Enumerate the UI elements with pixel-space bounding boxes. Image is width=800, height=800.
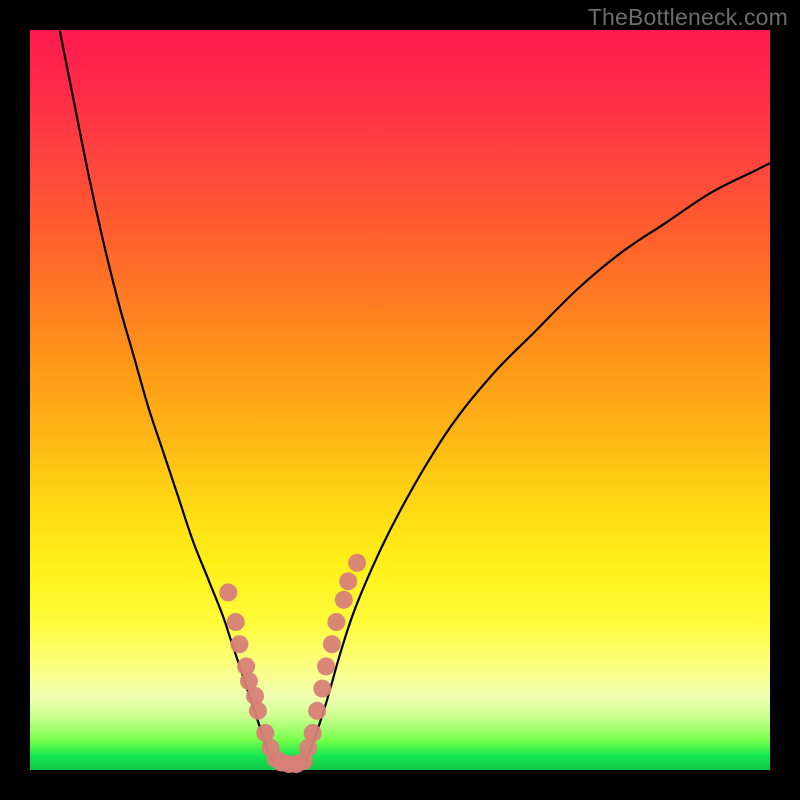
data-point: [317, 657, 335, 675]
data-point: [227, 613, 245, 631]
data-point: [230, 635, 248, 653]
data-point: [323, 635, 341, 653]
watermark-text: TheBottleneck.com: [588, 4, 788, 31]
data-point: [339, 572, 357, 590]
data-point: [313, 680, 331, 698]
curve-right: [304, 163, 770, 764]
highlighted-points: [219, 554, 366, 773]
data-point: [348, 554, 366, 572]
data-point: [219, 583, 237, 601]
chart-frame: TheBottleneck.com: [0, 0, 800, 800]
data-point: [304, 724, 322, 742]
data-point: [249, 702, 267, 720]
data-point: [327, 613, 345, 631]
data-point: [335, 591, 353, 609]
chart-svg: [30, 30, 770, 770]
data-point: [308, 702, 326, 720]
